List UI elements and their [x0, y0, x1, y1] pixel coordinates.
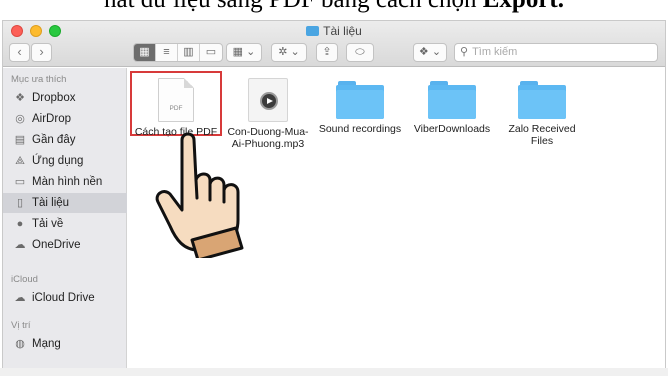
audio-file-icon [248, 78, 288, 122]
action-button[interactable]: ✲ ⌄ [271, 43, 307, 62]
folder-name: Zalo Received Files [508, 123, 576, 147]
sidebar-item-label: Ứng dụng [32, 155, 84, 167]
sidebar-item-documents[interactable]: ▯ Tài liệu [3, 193, 127, 213]
pdf-document-icon: PDF [158, 78, 194, 122]
search-input[interactable]: ⚲ Tìm kiếm [454, 43, 658, 62]
gallery-view-icon[interactable]: ▭ [200, 44, 222, 61]
pointing-hand-icon [155, 132, 244, 258]
documents-icon: ▯ [16, 197, 24, 209]
status-bar [0, 368, 668, 376]
grid-view-icon[interactable]: ▦ [134, 44, 156, 61]
sidebar-item-label: Gần đây [32, 134, 76, 146]
folder-item[interactable]: ViberDownloads [408, 78, 496, 135]
sidebar-item-downloads[interactable]: ● Tải về [3, 214, 127, 234]
sidebar-item-applications[interactable]: ⟁ Ứng dụng [3, 151, 127, 171]
sidebar-item-label: OneDrive [32, 239, 81, 251]
folder-item[interactable]: Zalo Received Files [498, 78, 586, 147]
view-mode-group: ▦ ≡ ▥ ▭ [133, 43, 223, 62]
sidebar-item-dropbox[interactable]: ❖ Dropbox [3, 88, 127, 108]
column-view-icon[interactable]: ▥ [178, 44, 200, 61]
sidebar-section-heading: Vị trí [11, 320, 31, 331]
article-caption: hat dữ liệu sang PDF bằng cách chọn Expo… [0, 0, 668, 16]
list-view-icon[interactable]: ≡ [156, 44, 178, 61]
back-button[interactable]: ‹ [9, 43, 30, 62]
folder-name: ViberDownloads [413, 123, 491, 135]
dropbox-button[interactable]: ❖ ⌄ [413, 43, 447, 62]
onedrive-icon: ☁ [14, 239, 26, 251]
sidebar-item-icloud[interactable]: ☁ iCloud Drive [3, 288, 127, 308]
chevron-right-icon: › [39, 44, 44, 59]
desktop-icon: ▭ [14, 176, 26, 188]
folder-icon [336, 81, 384, 119]
titlebar: Tài liệu ‹ › ▦ ≡ ▥ ▭ ▦ ⌄ ✲ ⌄ ⇪ ⬭ ❖ ⌄ ⚲ Tì… [3, 21, 665, 67]
applications-icon: ⟁ [15, 155, 25, 167]
sidebar-item-label: Tài liệu [32, 197, 70, 209]
sidebar-item-onedrive[interactable]: ☁ OneDrive [3, 235, 127, 255]
share-icon: ⇪ [322, 46, 332, 58]
tags-button[interactable]: ⬭ [346, 43, 374, 62]
sidebar-section-heading: Mục ưa thích [11, 74, 67, 85]
sidebar-item-label: Dropbox [32, 92, 76, 104]
sidebar-item-label: Tải về [32, 218, 64, 230]
sidebar-item-label: Màn hình nền [32, 176, 103, 188]
sidebar-item-desktop[interactable]: ▭ Màn hình nền [3, 172, 127, 192]
dropbox-icon: ❖ ⌄ [418, 46, 442, 58]
icloud-icon: ☁ [14, 292, 26, 304]
share-button[interactable]: ⇪ [316, 43, 338, 62]
folder-icon [518, 81, 566, 119]
folder-name: Sound recordings [318, 123, 402, 135]
search-icon: ⚲ [460, 46, 469, 58]
forward-button[interactable]: › [31, 43, 52, 62]
sidebar-item-label: Mạng [32, 338, 61, 350]
dropbox-icon: ❖ [15, 92, 25, 104]
sidebar-item-recent[interactable]: ▤ Gần đây [3, 130, 127, 150]
sidebar-item-network[interactable]: ◍ Mạng [3, 334, 127, 354]
folder-icon [428, 81, 476, 119]
airdrop-icon: ◎ [15, 113, 25, 125]
recent-icon: ▤ [14, 134, 26, 146]
sidebar: Mục ưa thích ❖ Dropbox ◎ AirDrop ▤ Gần đây ⟁ Ứng… [3, 68, 127, 371]
chevron-left-icon: ‹ [17, 44, 22, 59]
sidebar-section-heading: iCloud [11, 274, 38, 285]
sidebar-item-label: iCloud Drive [32, 292, 95, 304]
sidebar-item-label: AirDrop [32, 113, 71, 125]
window-title: Tài liệu [3, 24, 665, 38]
finder-window: Tài liệu ‹ › ▦ ≡ ▥ ▭ ▦ ⌄ ✲ ⌄ ⇪ ⬭ ❖ ⌄ ⚲ Tì… [2, 20, 666, 372]
arrange-icon: ▦ ⌄ [232, 46, 256, 58]
network-icon: ◍ [15, 338, 25, 350]
documents-folder-icon [306, 26, 320, 36]
arrange-button[interactable]: ▦ ⌄ [226, 43, 262, 62]
downloads-icon: ● [16, 218, 24, 230]
tag-icon: ⬭ [355, 46, 365, 58]
gear-icon: ✲ ⌄ [278, 46, 300, 58]
sidebar-item-airdrop[interactable]: ◎ AirDrop [3, 109, 127, 129]
folder-item[interactable]: Sound recordings [314, 78, 406, 135]
